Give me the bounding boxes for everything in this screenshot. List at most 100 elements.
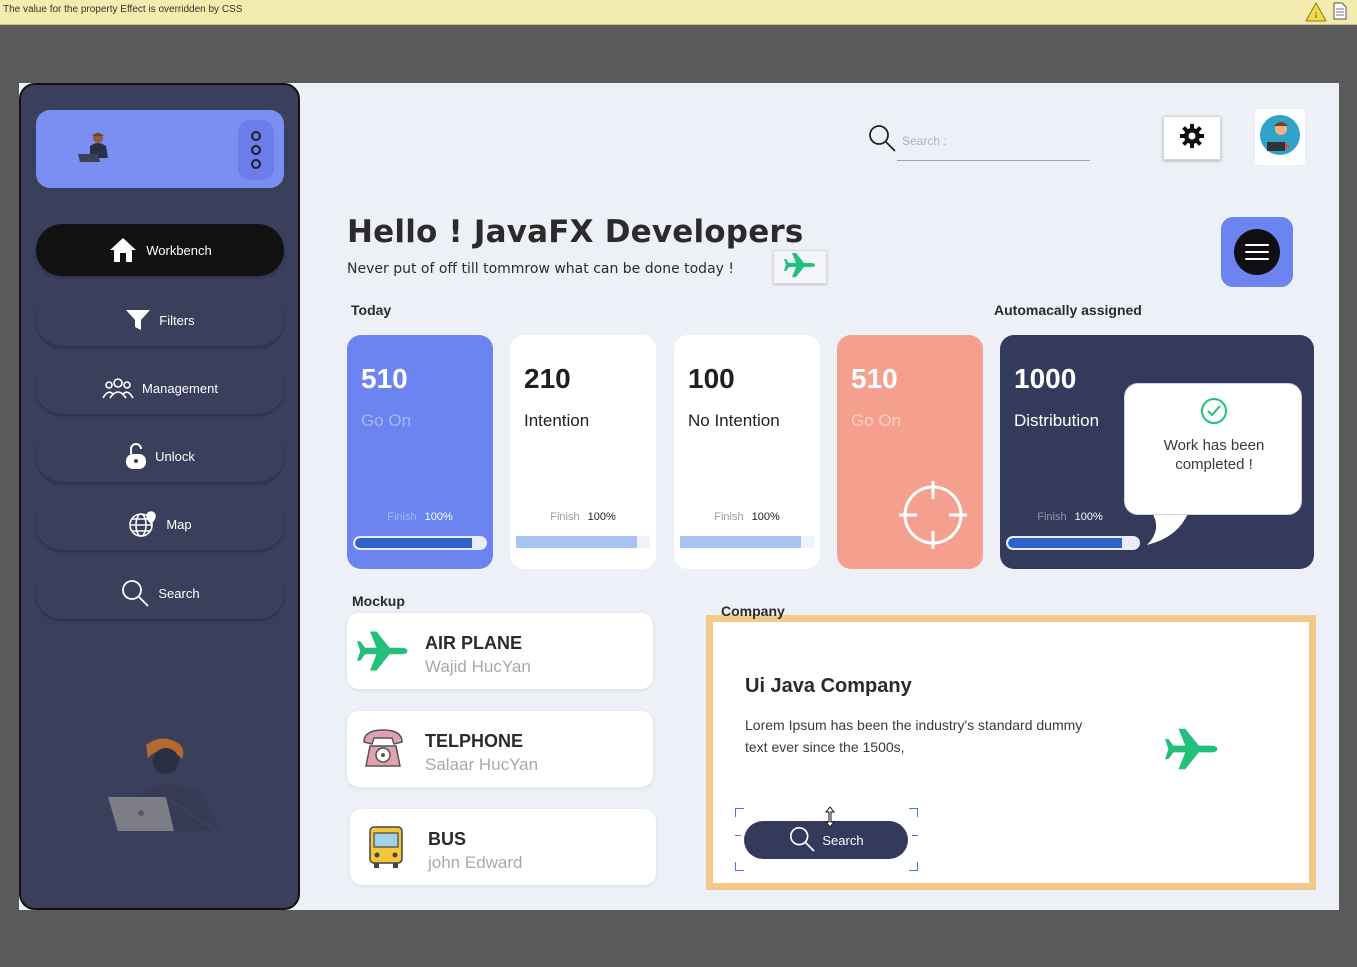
airplane-icon	[784, 252, 816, 282]
sidebar-item-workbench[interactable]: Workbench	[36, 224, 284, 276]
list-item[interactable]: TELPHONE Salaar HucYan	[347, 711, 653, 787]
menu-button[interactable]	[1221, 217, 1293, 287]
finish-label: Finish	[387, 511, 417, 523]
list-item-subtitle: Salaar HucYan	[425, 755, 539, 774]
vertical-dots-icon[interactable]	[238, 120, 274, 180]
stat-card[interactable]: 210 Intention Finish 100%	[510, 335, 656, 569]
sidebar-item-management[interactable]: Management	[36, 362, 284, 414]
search-icon[interactable]	[867, 123, 897, 157]
stat-label: Distribution	[1014, 411, 1100, 430]
mockup-label: Mockup	[352, 593, 405, 609]
company-description: Lorem Ipsum has been the industry's stan…	[745, 717, 1083, 755]
sidebar-item-search[interactable]: Search	[36, 567, 284, 619]
stat-label: No Intention	[688, 411, 780, 430]
developer-illustration	[106, 735, 226, 839]
sidebar-item-map[interactable]: Map	[36, 498, 284, 550]
list-item-title: TELPHONE	[425, 731, 524, 751]
gear-icon	[1179, 123, 1205, 153]
bubble-tail	[1145, 511, 1195, 551]
sidebar: Workbench Filters Management Unlock Map	[19, 83, 300, 910]
user-avatar-button[interactable]	[1255, 109, 1305, 165]
hamburger-icon	[1234, 229, 1280, 275]
sidebar-item-label: Filters	[159, 312, 195, 328]
airplane-icon	[1165, 726, 1219, 776]
progress-bar	[353, 536, 487, 550]
today-label: Today	[351, 302, 392, 318]
sidebar-item-label: Map	[166, 516, 192, 532]
filter-icon	[125, 308, 151, 332]
progress-fill	[680, 536, 801, 548]
search-bar[interactable]	[867, 121, 1097, 163]
airplane-button[interactable]	[773, 250, 827, 284]
home-icon	[108, 236, 138, 264]
completion-bubble: Work has been completed !	[1124, 383, 1302, 515]
developer-avatar-icon	[76, 130, 116, 170]
stat-number: 510	[361, 363, 408, 394]
finish-label: Finish	[714, 511, 744, 523]
user-avatar-icon	[1259, 114, 1301, 160]
progress-fill	[516, 536, 637, 548]
selection-handle[interactable]	[735, 808, 744, 817]
selection-handle[interactable]	[735, 862, 744, 871]
stat-card[interactable]: 510 Go On Finish 100%	[347, 335, 493, 569]
crosshair-icon	[897, 479, 969, 555]
stat-label: Go On	[851, 411, 902, 430]
check-circle-icon	[1199, 396, 1229, 430]
selection-handle[interactable]	[735, 835, 741, 844]
globe-pin-icon	[128, 510, 158, 538]
assigned-card[interactable]: 1000 Distribution Finish 100% Work has be…	[1000, 335, 1314, 569]
selection-handle[interactable]	[909, 862, 918, 871]
airplane-icon	[357, 627, 409, 675]
progress-fill	[355, 538, 472, 548]
list-item[interactable]: AIR PLANE Wajid HucYan	[347, 613, 653, 689]
assigned-label: Automacally assigned	[994, 302, 1142, 318]
progress-bar	[516, 536, 650, 548]
progress-bar	[1006, 536, 1140, 550]
finish-row: Finish 100%	[347, 511, 493, 523]
resize-cursor-icon	[824, 806, 836, 832]
stat-number: 510	[851, 363, 898, 394]
settings-button[interactable]	[1163, 116, 1221, 160]
warning-message: The value for the property Effect is ove…	[3, 4, 243, 15]
list-item-title: BUS	[428, 829, 467, 849]
motto-text: Never put of off till tommrow what can b…	[347, 261, 734, 277]
profile-card[interactable]	[36, 110, 284, 188]
sidebar-item-unlock[interactable]: Unlock	[36, 430, 284, 482]
group-icon	[102, 376, 134, 400]
list-item[interactable]: BUS john Edward	[350, 809, 656, 885]
css-warning-bar: The value for the property Effect is ove…	[0, 0, 1357, 25]
search-icon	[788, 825, 816, 856]
page-title: Hello ! JavaFX Developers	[347, 214, 804, 250]
progress-bar	[680, 536, 814, 548]
stat-number: 1000	[1014, 363, 1077, 394]
search-input[interactable]	[897, 121, 1090, 161]
selection-handle[interactable]	[912, 835, 918, 844]
warning-icon[interactable]: i	[1305, 1, 1327, 26]
list-item-title: AIR PLANE	[425, 633, 523, 653]
company-panel: Ui Java Company Lorem Ipsum has been the…	[706, 615, 1316, 890]
finish-row: Finish 100%	[674, 511, 820, 523]
sidebar-item-filters[interactable]: Filters	[36, 294, 284, 346]
bubble-text: Work has been completed !	[1163, 437, 1265, 473]
bus-icon	[360, 823, 412, 871]
stat-card[interactable]: 100 No Intention Finish 100%	[674, 335, 820, 569]
sidebar-item-label: Unlock	[155, 448, 195, 464]
sidebar-item-label: Workbench	[146, 242, 212, 258]
finish-percent: 100%	[1074, 511, 1103, 523]
finish-label: Finish	[1037, 511, 1067, 523]
app-window: Workbench Filters Management Unlock Map	[19, 83, 1339, 910]
list-item-subtitle: john Edward	[428, 853, 523, 872]
search-icon	[120, 578, 150, 608]
stat-card[interactable]: 510 Go On	[837, 335, 983, 569]
finish-percent: 100%	[587, 511, 616, 523]
finish-label: Finish	[550, 511, 580, 523]
stat-number: 100	[688, 363, 735, 394]
finish-percent: 100%	[751, 511, 780, 523]
selection-handle[interactable]	[909, 808, 918, 817]
finish-row: Finish 100%	[510, 511, 656, 523]
stat-label: Go On	[361, 411, 412, 430]
progress-fill	[1008, 538, 1123, 548]
search-button-label: Search	[822, 832, 864, 848]
document-icon[interactable]	[1333, 2, 1347, 24]
sidebar-item-label: Management	[142, 380, 218, 396]
